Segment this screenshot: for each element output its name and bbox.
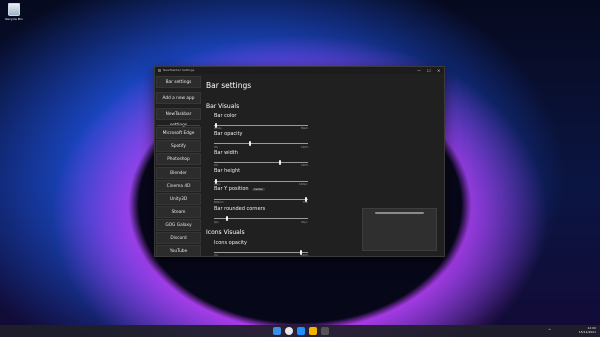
sidebar-app-item[interactable]: Steam — [156, 206, 201, 218]
sidebar-app-item[interactable]: Unity3D — [156, 193, 201, 205]
section-icons-visuals: Icons Visuals — [206, 229, 245, 236]
slider-min-label: White — [214, 127, 222, 130]
position-badge: Center — [252, 188, 265, 191]
bar-y-position-slider[interactable] — [214, 197, 308, 202]
bar-height-slider[interactable] — [214, 179, 308, 184]
section-bar-visuals: Bar Visuals — [206, 103, 240, 110]
slider-min-label: 0% — [214, 146, 219, 149]
sidebar-app-item[interactable]: Blender — [156, 167, 201, 179]
clock[interactable]: 12:00 15/11/2021 — [579, 326, 596, 334]
bar-rounded-corners-label: Bar rounded corners — [214, 206, 266, 212]
window-title: NewTaskbar Settings — [163, 68, 195, 72]
minimize-button[interactable]: — — [417, 68, 421, 73]
recycle-bin[interactable]: Recycle Bin — [4, 3, 24, 21]
title-bar[interactable]: NewTaskbar Settings — ☐ ✕ — [155, 67, 444, 74]
slider-thumb[interactable] — [226, 216, 229, 221]
sidebar-item-bar-settings[interactable]: Bar settings — [156, 76, 201, 88]
clock-date: 15/11/2021 — [578, 330, 596, 334]
bar-color-slider[interactable] — [214, 123, 308, 128]
bar-color-label: Bar color — [214, 113, 237, 119]
sidebar-item-newtaskbar-settings[interactable]: NewTaskbar settings — [156, 108, 201, 128]
sidebar-app-item[interactable]: Discord — [156, 232, 201, 244]
sidebar-app-item[interactable]: YouTube — [156, 245, 201, 256]
icons-opacity-slider[interactable] — [214, 250, 308, 255]
newtaskbar-app-icon[interactable] — [321, 327, 329, 335]
sidebar-app-item[interactable]: Spotify — [156, 140, 201, 152]
slider-max-label: 100px — [299, 183, 308, 186]
slider-thumb[interactable] — [248, 141, 251, 146]
edge-icon[interactable] — [297, 327, 305, 335]
slider-thumb[interactable] — [278, 160, 281, 165]
recycle-bin-label: Recycle Bin — [5, 17, 23, 21]
slider-max-label: 100% — [301, 254, 309, 257]
close-button[interactable]: ✕ — [437, 68, 440, 73]
maximize-button[interactable]: ☐ — [427, 68, 431, 73]
icons-opacity-label: Icons opacity — [214, 240, 248, 246]
sidebar: Bar settings Add a new app NewTaskbar se… — [155, 75, 202, 256]
slider-max-label: 100% — [301, 146, 309, 149]
sidebar-app-item[interactable]: Microsoft Edge — [156, 127, 201, 139]
search-icon[interactable] — [285, 327, 293, 335]
sidebar-app-item[interactable]: Photoshop — [156, 153, 201, 165]
file-explorer-icon[interactable] — [309, 327, 317, 335]
slider-min-label: 0px — [214, 221, 219, 224]
slider-max-label: 50px — [301, 221, 308, 224]
sidebar-item-add-app[interactable]: Add a new app — [156, 92, 201, 104]
windows-taskbar: ^ 12:00 15/11/2021 — [0, 325, 600, 337]
recycle-bin-icon — [8, 3, 20, 16]
slider-max-label: 100% — [301, 164, 309, 167]
bar-width-label: Bar width — [214, 150, 238, 156]
bar-preview — [362, 208, 437, 251]
tray-chevron-icon[interactable]: ^ — [548, 328, 551, 333]
slider-min-label: 0% — [214, 254, 219, 257]
preview-bar — [375, 212, 424, 214]
bar-opacity-slider[interactable] — [214, 141, 308, 146]
start-icon[interactable] — [273, 327, 281, 335]
page-title: Bar settings — [206, 81, 252, 90]
sidebar-app-item[interactable]: Cinema 4D — [156, 180, 201, 192]
bar-height-label: Bar height — [214, 168, 241, 174]
app-icon — [158, 69, 161, 72]
slider-min-label: 0% — [214, 164, 219, 167]
slider-min-label: Bottom — [214, 201, 224, 204]
sidebar-app-item[interactable]: GOG Galaxy — [156, 219, 201, 231]
bar-y-position-label: Bar Y position — [214, 186, 249, 192]
slider-max-label: Top — [303, 201, 308, 204]
slider-max-label: Black — [301, 127, 309, 130]
bar-rounded-corners-slider[interactable] — [214, 216, 308, 221]
bar-width-slider[interactable] — [214, 160, 308, 165]
bar-opacity-label: Bar opacity — [214, 131, 243, 137]
sidebar-divider — [157, 125, 200, 126]
